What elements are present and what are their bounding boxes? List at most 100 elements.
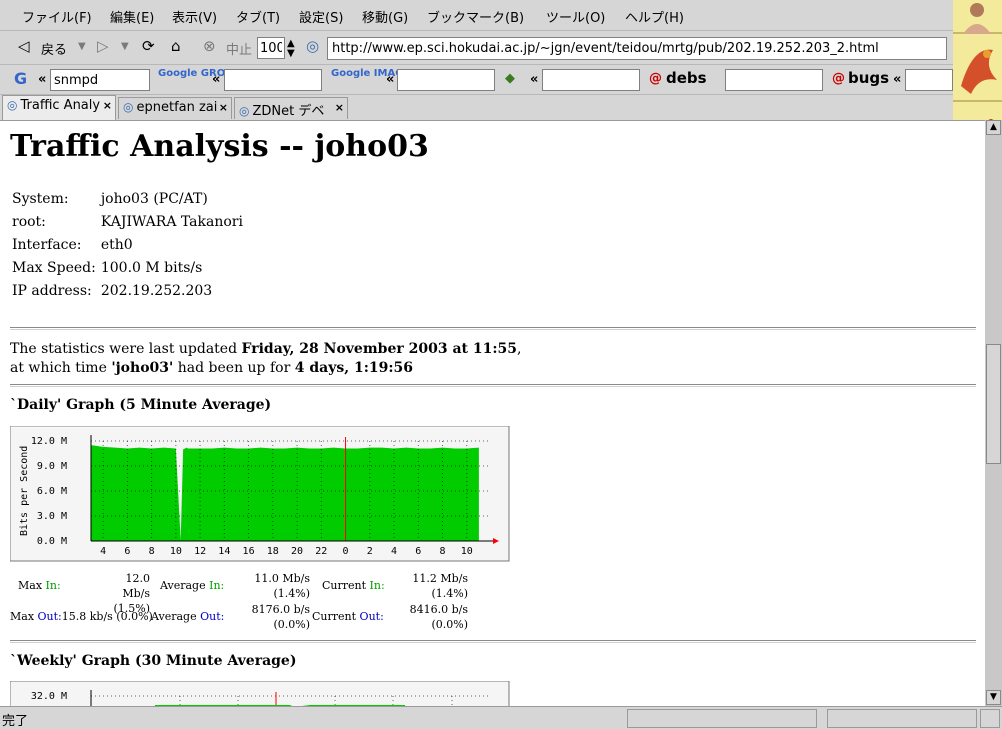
cur-out: 8416.0 b/s — [409, 603, 468, 616]
back-button-label[interactable]: 戻る — [41, 39, 67, 58]
info-table: System: joho03 (PC/AT) root: KAJIWARA Taka… — [10, 189, 246, 304]
scroll-down-icon[interactable]: ▼ — [986, 690, 1001, 705]
stop-button-label[interactable]: 中止 — [226, 39, 252, 58]
daily-graph-heading: `Daily' Graph (5 Minute Average) — [10, 397, 272, 413]
forward-menu-icon[interactable]: ▼ — [121, 38, 129, 55]
y-tick-label: 9.0 M — [37, 461, 67, 472]
reload-icon[interactable]: ⟳ — [142, 38, 155, 55]
info-row: Max Speed: 100.0 M bits/s — [10, 258, 246, 281]
book-icon[interactable]: ◆ — [505, 71, 515, 86]
status-pane — [827, 709, 977, 728]
bugs-label[interactable]: bugs — [848, 69, 889, 87]
avg-in-value: 11.0 Mb/s (1.4%) — [248, 571, 310, 601]
search-toolbar: G « Google GROUPS « Google IMAGES « ◆ « … — [0, 65, 953, 95]
scroll-up-icon[interactable]: ▲ — [986, 120, 1001, 135]
info-value: joho03 (PC/AT) — [100, 191, 208, 207]
images-search-input[interactable] — [397, 69, 495, 91]
info-row: IP address: 202.19.252.203 — [10, 281, 246, 304]
menu-help[interactable]: ヘルプ(H) — [625, 7, 684, 26]
info-value: eth0 — [100, 237, 133, 253]
figure-image — [953, 0, 1002, 34]
close-tab-icon[interactable]: × — [103, 99, 112, 112]
uptime-mid: had been up for — [173, 360, 295, 376]
info-row: root: KAJIWARA Takanori — [10, 212, 246, 235]
book-chevron-icon[interactable]: « — [530, 72, 538, 87]
max-out: 15.8 kb/s (0.0%) — [61, 610, 153, 623]
uptime-value: 4 days, 1:19:56 — [294, 360, 414, 376]
in-label: In: — [45, 579, 61, 592]
stop-icon[interactable]: ⊗ — [203, 38, 216, 55]
x-tick-label: 8 — [149, 546, 155, 557]
uptime-line: at which time 'joho03' had been up for 4… — [10, 360, 413, 376]
home-icon[interactable]: ⌂ — [171, 38, 181, 55]
bugs-chevron-icon[interactable]: « — [893, 72, 901, 87]
uptime-host: 'joho03' — [111, 360, 174, 376]
in-label: In: — [209, 579, 225, 592]
info-value: KAJIWARA Takanori — [100, 214, 243, 230]
info-label: IP address: — [12, 283, 92, 299]
tab-label: epnetfan zai — [136, 100, 218, 115]
avg-in: 11.0 Mb/s — [254, 572, 310, 585]
info-label: root: — [12, 214, 46, 230]
google-chevron-icon[interactable]: « — [38, 72, 46, 87]
menu-file[interactable]: ファイル(F) — [22, 7, 92, 26]
menu-view[interactable]: 表示(V) — [172, 7, 217, 26]
google-icon[interactable]: G — [14, 69, 27, 88]
tab-traffic-analysis[interactable]: ◎ Traffic Analy × — [2, 95, 116, 120]
x-tick-label: 10 — [461, 546, 473, 557]
current-label: Current — [322, 579, 367, 592]
zoom-stepper-icon[interactable]: ▲ ▼ — [287, 39, 295, 59]
tab-epnetfan[interactable]: ◎ epnetfan zai × — [118, 97, 232, 119]
groups-chevron-icon[interactable]: « — [212, 72, 220, 87]
average-label: Average — [151, 610, 197, 623]
status-bar: 完了 — [0, 706, 1002, 729]
info-row: System: joho03 (PC/AT) — [10, 189, 246, 212]
cur-in-label: Current In: — [322, 578, 385, 593]
tab-zdnet[interactable]: ◎ ZDNet デベ × — [234, 97, 348, 119]
y-tick-label: 6.0 M — [37, 486, 67, 497]
tab-label: ZDNet デベ — [252, 104, 325, 119]
out-label: Out: — [359, 610, 384, 623]
avg-out-label: Average Out: — [151, 609, 224, 624]
updated-suffix: , — [516, 341, 522, 357]
menu-tab[interactable]: タブ(T) — [236, 7, 280, 26]
menu-settings[interactable]: 設定(S) — [299, 7, 343, 26]
menu-go[interactable]: 移動(G) — [362, 7, 408, 26]
divider — [10, 384, 976, 387]
cur-in-pct: (1.4%) — [431, 587, 468, 600]
back-icon[interactable]: ◁ — [18, 38, 30, 55]
x-tick-label: 8 — [439, 546, 445, 557]
x-tick-label: 4 — [391, 546, 397, 557]
updated-prefix: The statistics were last updated — [10, 341, 242, 357]
menu-edit[interactable]: 編集(E) — [110, 7, 154, 26]
close-tab-icon[interactable]: × — [335, 101, 344, 114]
close-tab-icon[interactable]: × — [219, 101, 228, 114]
uptime-prefix: at which time — [10, 360, 112, 376]
vertical-scrollbar[interactable]: ▲ ▼ — [985, 120, 1002, 706]
avg-out: 8176.0 b/s — [251, 603, 310, 616]
x-tick-label: 6 — [415, 546, 421, 557]
page-icon: ◎ — [239, 104, 250, 118]
google-search-input[interactable] — [50, 69, 150, 91]
groups-search-input[interactable] — [224, 69, 322, 91]
y-tick-label: 3.0 M — [37, 511, 67, 522]
url-input[interactable] — [327, 37, 947, 60]
bugs-search-input[interactable] — [905, 69, 953, 91]
page-content: Traffic Analysis -- joho03 System: joho03… — [0, 120, 985, 706]
debs-search-input[interactable] — [725, 69, 823, 91]
scroll-thumb[interactable] — [986, 344, 1001, 464]
avg-out-value: 8176.0 b/s (0.0%) — [248, 602, 310, 632]
current-label: Current — [312, 610, 357, 623]
menu-tools[interactable]: ツール(O) — [546, 7, 605, 26]
menu-bookmarks[interactable]: ブックマーク(B) — [427, 7, 524, 26]
images-chevron-icon[interactable]: « — [386, 72, 394, 87]
back-menu-icon[interactable]: ▼ — [78, 38, 86, 55]
forward-icon[interactable]: ▷ — [97, 38, 109, 55]
cur-out-pct: (0.0%) — [431, 618, 468, 631]
y-axis-label: Bits per Second — [19, 446, 30, 536]
cur-out-value: 8416.0 b/s (0.0%) — [404, 602, 468, 632]
max-in-label: Max In: — [18, 578, 61, 593]
zoom-input[interactable] — [257, 37, 285, 59]
book-search-input[interactable] — [542, 69, 640, 91]
debs-label[interactable]: debs — [666, 69, 707, 87]
